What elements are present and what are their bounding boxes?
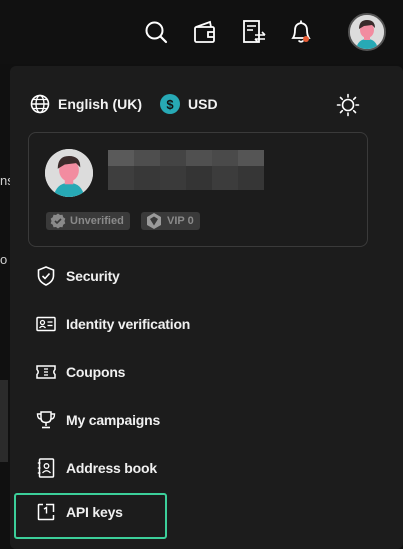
- shield-icon: [36, 266, 56, 286]
- badge-check-icon: [50, 213, 66, 229]
- avatar[interactable]: [348, 13, 386, 51]
- vip-badge: VIP 0: [141, 212, 200, 230]
- menu-item-api-keys[interactable]: API keys: [36, 500, 123, 524]
- language-selector[interactable]: English (UK): [30, 94, 142, 114]
- ticket-icon: [36, 362, 56, 382]
- address-book-icon: [36, 458, 56, 478]
- verification-badge: Unverified: [46, 212, 130, 230]
- vip-badge-label: VIP 0: [167, 215, 194, 227]
- menu-item-label: Address book: [66, 460, 157, 476]
- wallet-icon[interactable]: [193, 19, 217, 45]
- globe-icon: [30, 94, 50, 114]
- currency-selector[interactable]: $ USD: [160, 94, 218, 114]
- usd-coin-icon: $: [160, 94, 180, 114]
- sun-icon[interactable]: [336, 93, 360, 117]
- profile-avatar: [45, 149, 93, 197]
- menu-item-label: Identity verification: [66, 316, 191, 332]
- background-text: o: [0, 252, 8, 267]
- api-key-icon: [36, 502, 56, 522]
- menu-item-identity-verification[interactable]: Identity verification: [36, 312, 190, 336]
- orders-icon[interactable]: [242, 19, 266, 45]
- id-card-icon: [36, 314, 56, 334]
- currency-label: USD: [188, 96, 218, 112]
- trophy-icon: [36, 410, 56, 430]
- menu-item-my-campaigns[interactable]: My campaigns: [36, 408, 160, 432]
- menu-item-label: API keys: [66, 504, 123, 520]
- background-scroll-bar: [0, 380, 8, 462]
- bell-icon[interactable]: [289, 19, 313, 45]
- language-label: English (UK): [58, 96, 142, 112]
- menu-item-address-book[interactable]: Address book: [36, 456, 157, 480]
- menu-item-coupons[interactable]: Coupons: [36, 360, 125, 384]
- verification-badge-label: Unverified: [70, 215, 124, 227]
- menu-item-security[interactable]: Security: [36, 264, 120, 288]
- vip-gem-icon: [145, 212, 163, 230]
- menu-item-label: Coupons: [66, 364, 126, 380]
- search-icon[interactable]: [144, 19, 168, 45]
- menu-item-label: My campaigns: [66, 412, 161, 428]
- menu-item-label: Security: [66, 268, 120, 284]
- notification-dot: [303, 36, 309, 42]
